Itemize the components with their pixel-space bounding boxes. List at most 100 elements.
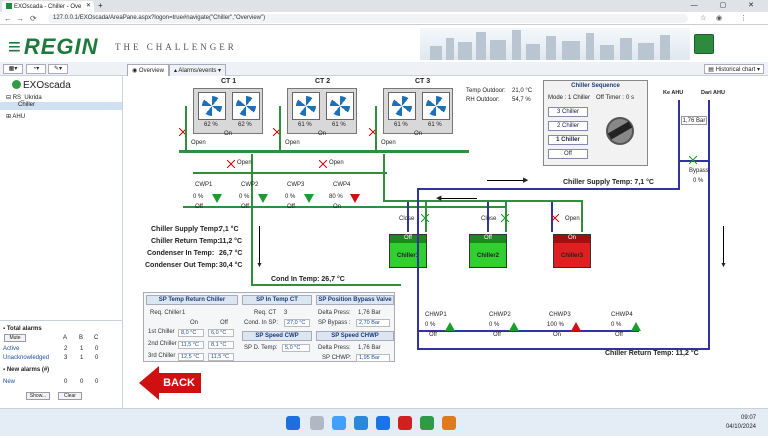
chwp1-pump-icon[interactable] xyxy=(445,322,455,331)
chwp2-pump-icon[interactable] xyxy=(509,322,519,331)
back-button[interactable]: BACK xyxy=(139,366,201,400)
new-alarms-link[interactable]: New xyxy=(3,379,15,385)
cwp2-speed: 0 % xyxy=(239,194,250,200)
forward-nav-icon[interactable]: → xyxy=(16,14,24,23)
menu-icon[interactable]: ⋮ xyxy=(740,14,747,22)
mid-valve-2-status: Open xyxy=(329,160,344,166)
chiller3-valve-icon[interactable] xyxy=(551,214,559,222)
exoscada-globe-icon xyxy=(12,80,21,89)
timer-label: Off Timer : xyxy=(596,95,624,101)
show-alarms-button[interactable]: Show... xyxy=(26,392,50,400)
copilot-icon[interactable] xyxy=(332,416,346,430)
regin-app-icon[interactable] xyxy=(420,416,434,430)
bookmark-star-icon[interactable]: ☆ xyxy=(700,14,706,22)
ct1-fan-b-icon xyxy=(232,92,260,120)
cond-in-temp-row-label: Condenser In Temp: xyxy=(147,250,215,257)
pipe xyxy=(417,188,419,230)
url-field[interactable]: 127.0.0.1/EXOscada/AreaPane.aspx?logon=t… xyxy=(48,14,688,23)
seq-2-chiller-button[interactable]: 2 Chiller xyxy=(548,121,588,131)
chwp4-label: CHWP4 xyxy=(611,312,633,318)
skyline-banner xyxy=(420,28,690,60)
browser-tabbar: EXOscada - Chiller - Ove ✕ + — ▢ ✕ xyxy=(0,0,768,12)
ct3-fan-b-icon xyxy=(422,92,450,120)
exoscada-app-icon[interactable] xyxy=(398,416,412,430)
edge-icon[interactable] xyxy=(354,416,368,430)
ct1-valve-status: Open xyxy=(191,140,206,146)
bypass-valve-icon[interactable] xyxy=(689,156,697,164)
cooling-tower-3[interactable]: 61 % 61 % On xyxy=(383,88,453,137)
chiller-3[interactable]: On Chiller3 xyxy=(553,234,591,268)
app-icon[interactable] xyxy=(442,416,456,430)
sp-chwp-field[interactable]: 1,95 Bar xyxy=(356,354,390,362)
temp-outdoor-value: 21,0 °C xyxy=(512,88,533,94)
chiller3-state: On xyxy=(554,235,590,243)
tab-alarms-events[interactable]: ▴ Alarms/events ▾ xyxy=(169,64,227,76)
return-temp-row-value: 11,2 °C xyxy=(219,238,243,245)
cond-return-pipe xyxy=(251,284,401,286)
reload-icon[interactable]: ⟳ xyxy=(30,14,37,23)
chwp4-pump-icon[interactable] xyxy=(631,322,641,331)
first-chiller-off-field[interactable]: 6,0 °C xyxy=(208,329,234,337)
cwp1-pump-icon[interactable] xyxy=(212,194,222,203)
unack-a: 3 xyxy=(64,355,68,361)
cooling-tower-1[interactable]: 62 % 62 % On xyxy=(193,88,263,137)
tree-item-ahu[interactable]: ⊞ AHU xyxy=(6,113,25,120)
seq-1-chiller-button[interactable]: 1 Chiller xyxy=(548,135,588,145)
chrome-icon[interactable] xyxy=(376,416,390,430)
ke-ahu-label: Ke AHU xyxy=(663,90,684,96)
close-tab-icon[interactable]: ✕ xyxy=(86,2,91,9)
third-chiller-on-field[interactable]: 12,5 °C xyxy=(178,353,204,361)
tree-item-chiller[interactable]: Chiller xyxy=(0,102,122,110)
sp-bypass-field[interactable]: 2,70 Bar xyxy=(356,319,390,327)
new-tab-icon[interactable]: + xyxy=(98,1,103,10)
tree-item-ahu-label: AHU xyxy=(12,114,26,120)
sp-d-temp-field[interactable]: 5,0 °C xyxy=(282,344,310,352)
cwp4-pump-icon[interactable] xyxy=(350,194,360,203)
chwp1-speed: 0 % xyxy=(425,322,436,328)
tree-root[interactable]: EXOscada xyxy=(12,80,71,91)
building-icon[interactable] xyxy=(694,34,714,54)
tab-overview[interactable]: ◉ Overview xyxy=(127,64,169,76)
req-ct-label: Req. CT xyxy=(254,310,277,316)
second-chiller-on-field[interactable]: 11,5 °C xyxy=(178,341,204,349)
supply-temp-row-label: Chiller Supply Temp: xyxy=(151,226,221,233)
historical-chart-button[interactable]: ▤ Historical chart ▾ xyxy=(704,64,764,74)
new-alarms-label: New alarms (#) xyxy=(6,367,50,373)
browser-tab[interactable]: EXOscada - Chiller - Ove ✕ xyxy=(2,1,94,12)
home-dropdown-button[interactable]: ▦▾ xyxy=(3,64,23,74)
tools-dropdown-button[interactable]: ✎▾ xyxy=(48,64,68,74)
system-clock[interactable]: 09:07 04/10/2024 xyxy=(726,414,756,432)
cooling-tower-2[interactable]: 61 % 61 % On xyxy=(287,88,357,137)
cwp2-pump-icon[interactable] xyxy=(258,194,268,203)
chiller1-valve-icon[interactable] xyxy=(421,214,429,222)
second-chiller-off-field[interactable]: 8,1 °C xyxy=(208,341,234,349)
view-dropdown-button[interactable]: ◔▾ xyxy=(26,64,46,74)
active-alarms-link[interactable]: Active xyxy=(3,346,19,352)
back-nav-icon[interactable]: ← xyxy=(4,14,12,23)
mid-valve-2-icon[interactable] xyxy=(319,160,327,168)
clear-alarms-button[interactable]: Clear xyxy=(58,392,82,400)
first-chiller-on-field[interactable]: 8,0 °C xyxy=(178,329,204,337)
chiller-2[interactable]: Off Chiller2 xyxy=(469,234,507,268)
third-chiller-off-field[interactable]: 11,5 °C xyxy=(208,353,234,361)
window-controls[interactable]: — ▢ ✕ xyxy=(691,1,764,9)
cwp3-pump-icon[interactable] xyxy=(304,194,314,203)
return-riser-pipe xyxy=(708,100,710,350)
cwp4-state: On xyxy=(333,204,342,210)
chiller2-valve-icon[interactable] xyxy=(501,214,509,222)
seq-off-button[interactable]: Off xyxy=(548,149,588,159)
search-icon[interactable] xyxy=(310,416,324,430)
mute-button[interactable]: Mute xyxy=(4,334,26,342)
seq-3-chiller-button[interactable]: 3 Chiller xyxy=(548,107,588,117)
tree-site[interactable]: ⊟ RS_Ukrida xyxy=(6,94,42,101)
chiller-1[interactable]: Off Chiller1 xyxy=(389,234,427,268)
taskbar: 09:07 04/10/2024 xyxy=(0,408,768,436)
unacknowledged-link[interactable]: Unacknowledged xyxy=(3,355,49,361)
windows-start-icon[interactable] xyxy=(286,416,300,430)
profile-icon[interactable]: ◉ xyxy=(716,14,722,22)
chwp3-pump-icon[interactable] xyxy=(571,322,581,331)
delta-press-value: 1,76 Bar xyxy=(358,310,381,316)
mid-valve-1-icon[interactable] xyxy=(227,160,235,168)
req-ct-value: 3 xyxy=(284,310,288,316)
cond-in-sp-field[interactable]: 27,0 °C xyxy=(284,319,310,327)
